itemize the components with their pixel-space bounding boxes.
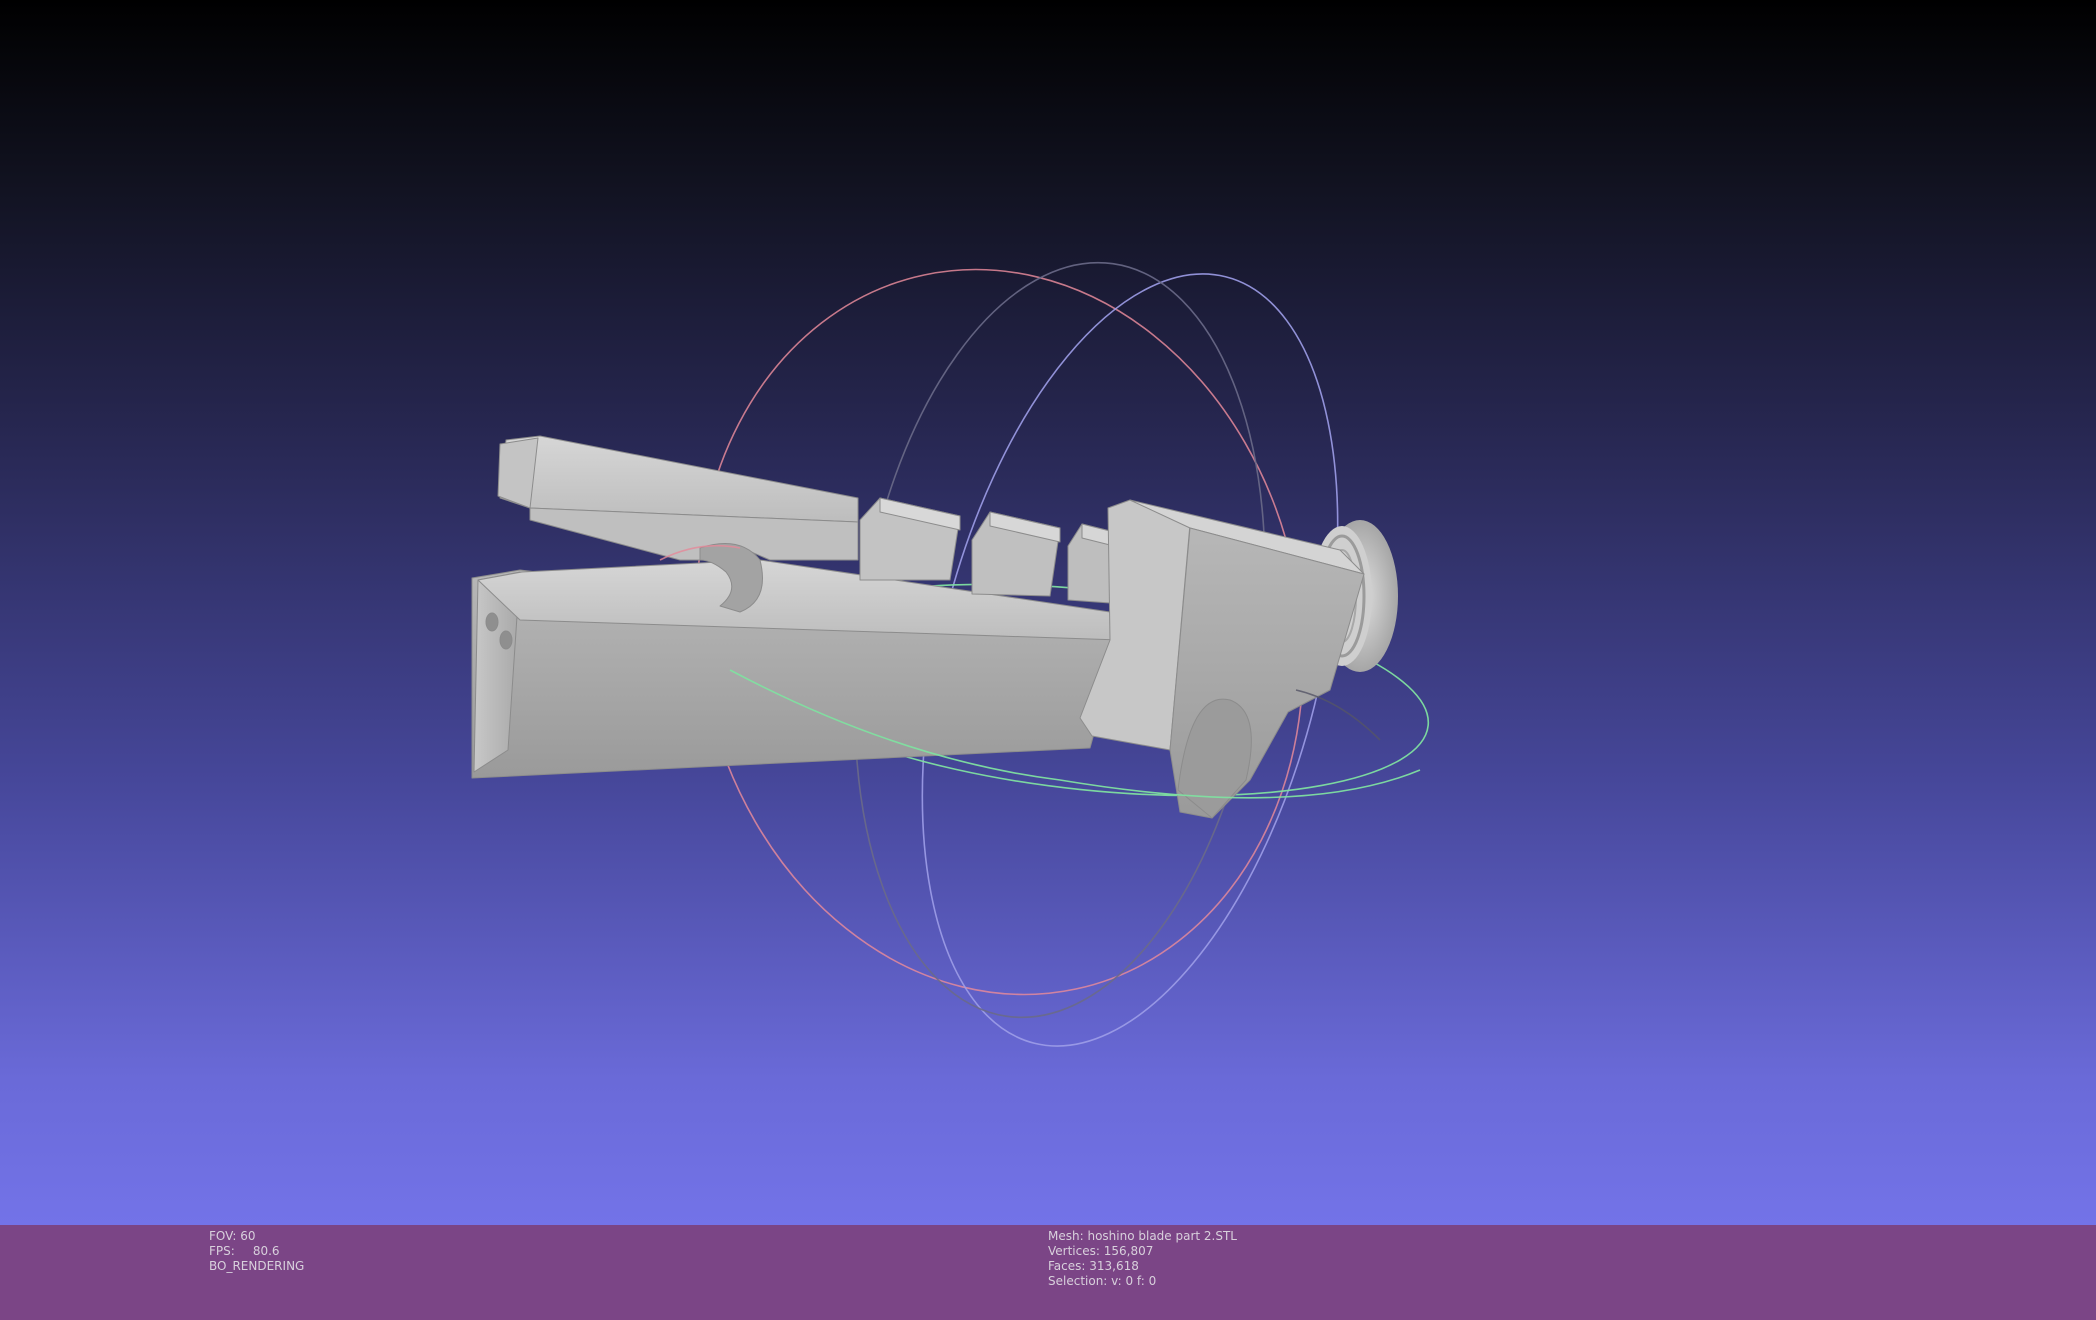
fov-label: FOV: bbox=[209, 1229, 237, 1243]
mesh-hole bbox=[499, 630, 513, 650]
render-info: FOV: 60 FPS: 80.6 BO_RENDERING bbox=[209, 1229, 304, 1274]
vertices-label: Vertices: bbox=[1048, 1244, 1100, 1258]
scene-canvas[interactable] bbox=[0, 0, 2096, 1225]
mesh-hole bbox=[485, 612, 499, 632]
faces-value: 313,618 bbox=[1089, 1259, 1139, 1273]
faces-row: Faces: 313,618 bbox=[1048, 1259, 1237, 1274]
mesh-info: Mesh: hoshino blade part 2.STL Vertices:… bbox=[1048, 1229, 1237, 1289]
render-mode: BO_RENDERING bbox=[209, 1259, 305, 1273]
mesh-row: Mesh: hoshino blade part 2.STL bbox=[1048, 1229, 1237, 1244]
selection-value: v: 0 f: 0 bbox=[1111, 1274, 1157, 1288]
vertices-row: Vertices: 156,807 bbox=[1048, 1244, 1237, 1259]
fov-value: 60 bbox=[240, 1229, 256, 1243]
fps-value: 80.6 bbox=[252, 1244, 280, 1258]
faces-label: Faces: bbox=[1048, 1259, 1086, 1273]
status-bar: FOV: 60 FPS: 80.6 BO_RENDERING Mesh: hosh… bbox=[0, 1225, 2096, 1320]
selection-row: Selection: v: 0 f: 0 bbox=[1048, 1274, 1237, 1289]
fps-label: FPS: bbox=[209, 1244, 235, 1258]
vertices-value: 156,807 bbox=[1103, 1244, 1154, 1258]
fov-row: FOV: 60 bbox=[209, 1229, 304, 1244]
3d-viewport[interactable] bbox=[0, 0, 2096, 1225]
mesh-name: hoshino blade part 2.STL bbox=[1087, 1229, 1237, 1243]
mesh-label: Mesh: bbox=[1048, 1229, 1084, 1243]
fps-row: FPS: 80.6 bbox=[209, 1244, 304, 1259]
selection-label: Selection: bbox=[1048, 1274, 1108, 1288]
